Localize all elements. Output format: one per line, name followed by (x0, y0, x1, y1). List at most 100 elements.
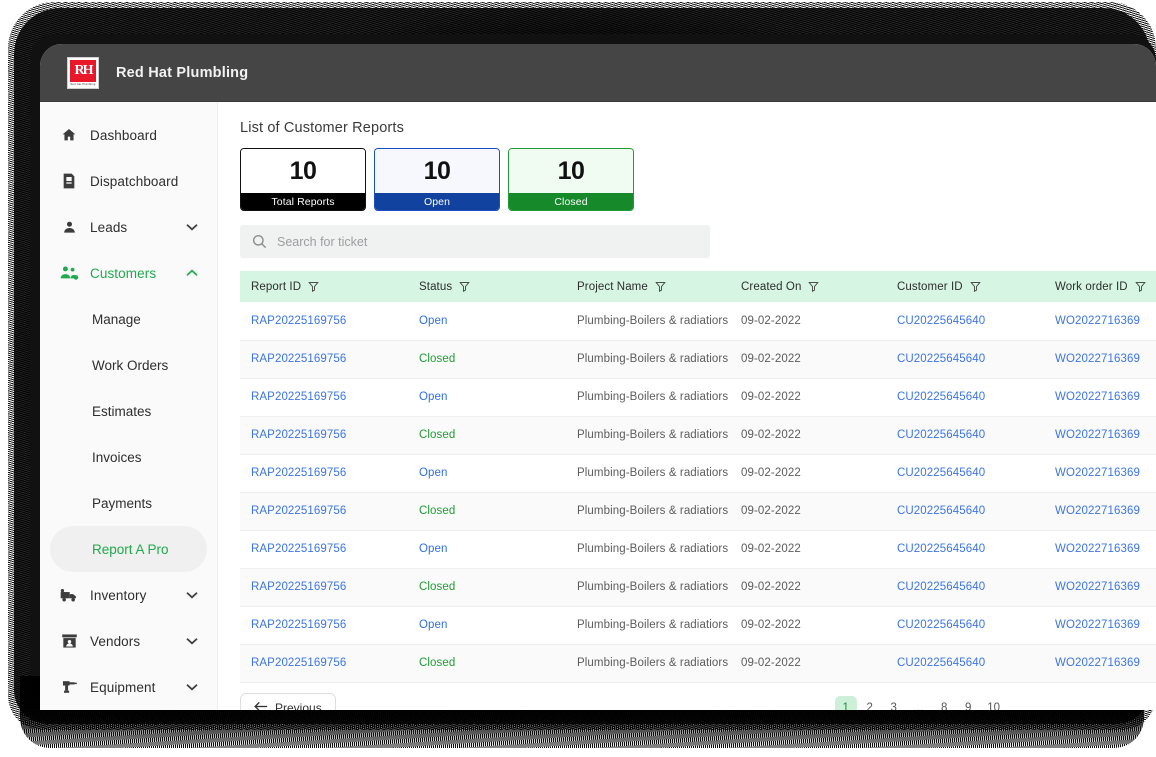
filter-icon[interactable] (969, 281, 981, 292)
cell-work-order-id[interactable]: WO2022716369 (1044, 606, 1156, 644)
chevron-down-icon[interactable] (185, 220, 199, 234)
cell-report-id[interactable]: RAP20225169756 (240, 340, 408, 378)
cell-customer-id[interactable]: CU20225645640 (886, 606, 1044, 644)
top-bar: RH Red Hat Plumbling Red Hat Plumbling (40, 44, 1156, 102)
cell-report-id[interactable]: RAP20225169756 (240, 530, 408, 568)
cell-report-id[interactable]: RAP20225169756 (240, 378, 408, 416)
filter-icon[interactable] (1134, 281, 1146, 292)
chevron-up-icon[interactable] (185, 266, 199, 280)
filter-icon[interactable] (308, 281, 319, 292)
sidebar-subitem-work-orders[interactable]: Work Orders (50, 342, 207, 388)
chevron-down-icon[interactable] (185, 680, 199, 694)
cell-work-order-id[interactable]: WO2022716369 (1044, 416, 1156, 454)
cell-project-name: Plumbing-Boilers & radiatiors (577, 543, 729, 555)
sidebar-subitem-report-a-pro[interactable]: Report A Pro (50, 526, 207, 572)
cell-created-on: 09-02-2022 (741, 314, 801, 327)
table-row[interactable]: RAP20225169756 Closed Plumbing-Boilers & r… (240, 644, 1156, 682)
table-row[interactable]: RAP20225169756 Closed Plumbing-Boilers & r… (240, 568, 1156, 606)
cell-created-on: 09-02-2022 (741, 429, 801, 441)
table-row[interactable]: RAP20225169756 Open Plumbing-Boilers & rad… (240, 302, 1156, 340)
column-header-report-id[interactable]: Report ID (240, 271, 408, 302)
cell-customer-id[interactable]: CU20225645640 (886, 644, 1044, 682)
stat-card-total-reports[interactable]: 10 Total Reports (240, 148, 366, 211)
sidebar-item-vendors[interactable]: Vendors (50, 618, 207, 664)
page-number-2[interactable]: 2 (859, 696, 881, 711)
column-header-created-on[interactable]: Created On (730, 271, 886, 302)
cell-project-name: Plumbing-Boilers & radiatiors (577, 429, 729, 441)
sidebar-sublabel: Invoices (92, 449, 142, 465)
filter-icon[interactable] (459, 281, 470, 292)
sidebar-label: Leads (90, 219, 128, 235)
cell-project-name: Plumbing-Boilers & radiatiors (577, 505, 729, 517)
cell-customer-id[interactable]: CU20225645640 (886, 340, 1044, 378)
page-number-8[interactable]: 8 (933, 696, 955, 711)
stat-card-closed[interactable]: 10 Closed (508, 148, 634, 211)
search-input[interactable] (277, 234, 667, 249)
cell-customer-id[interactable]: CU20225645640 (886, 302, 1044, 340)
cell-report-id[interactable]: RAP20225169756 (240, 416, 408, 454)
cell-customer-id[interactable]: CU20225645640 (886, 378, 1044, 416)
cell-status: Closed (419, 353, 456, 365)
app-logo[interactable]: RH Red Hat Plumbling (67, 56, 99, 89)
cell-work-order-id[interactable]: WO2022716369 (1044, 302, 1156, 340)
sidebar-subitem-payments[interactable]: Payments (50, 480, 207, 526)
stat-cards: 10 Total Reports 10 Open 10 Closed (240, 148, 1156, 211)
chevron-down-icon[interactable] (185, 634, 199, 648)
sidebar-subitem-manage[interactable]: Manage (50, 296, 207, 342)
filter-icon[interactable] (808, 281, 820, 292)
cell-work-order-id[interactable]: WO2022716369 (1044, 454, 1156, 492)
cell-status: Open (419, 467, 448, 479)
cell-work-order-id[interactable]: WO2022716369 (1044, 644, 1156, 682)
stat-card-open[interactable]: 10 Open (374, 148, 500, 211)
cell-work-order-id[interactable]: WO2022716369 (1044, 530, 1156, 568)
reports-table: Report ID Status Project Name Created On… (240, 271, 1156, 683)
table-row[interactable]: RAP20225169756 Closed Plumbing-Boilers & r… (240, 340, 1156, 378)
cell-report-id[interactable]: RAP20225169756 (240, 644, 408, 682)
table-row[interactable]: RAP20225169756 Closed Plumbing-Boilers & r… (240, 492, 1156, 530)
column-header-project-name[interactable]: Project Name (566, 271, 730, 302)
table-header-row: Report ID Status Project Name Created On… (240, 271, 1156, 302)
cell-created-on: 09-02-2022 (741, 391, 801, 403)
sidebar-sublabel: Payments (92, 495, 153, 511)
sidebar-subitem-invoices[interactable]: Invoices (50, 434, 207, 480)
cell-customer-id[interactable]: CU20225645640 (886, 454, 1044, 492)
cell-work-order-id[interactable]: WO2022716369 (1044, 568, 1156, 606)
column-header-customer-id[interactable]: Customer ID (886, 271, 1044, 302)
cell-customer-id[interactable]: CU20225645640 (886, 416, 1044, 454)
table-row[interactable]: RAP20225169756 Open Plumbing-Boilers & rad… (240, 454, 1156, 492)
sidebar-item-equipment[interactable]: Equipment (50, 664, 207, 710)
sidebar-subitem-estimates[interactable]: Estimates (50, 388, 207, 434)
cell-report-id[interactable]: RAP20225169756 (240, 302, 408, 340)
cell-customer-id[interactable]: CU20225645640 (886, 568, 1044, 606)
cell-report-id[interactable]: RAP20225169756 (240, 568, 408, 606)
page-number-9[interactable]: 9 (957, 696, 979, 711)
column-header-status[interactable]: Status (408, 271, 566, 302)
cell-work-order-id[interactable]: WO2022716369 (1044, 378, 1156, 416)
cell-work-order-id[interactable]: WO2022716369 (1044, 492, 1156, 530)
people-group-icon (58, 263, 80, 283)
cell-customer-id[interactable]: CU20225645640 (886, 492, 1044, 530)
filter-icon[interactable] (655, 281, 666, 292)
page-number-1[interactable]: 1 (834, 695, 857, 710)
page-number-3[interactable]: 3 (883, 696, 905, 711)
cell-work-order-id[interactable]: WO2022716369 (1044, 340, 1156, 378)
sidebar-item-leads[interactable]: Leads (50, 204, 207, 250)
cell-report-id[interactable]: RAP20225169756 (240, 454, 408, 492)
cell-project-name: Plumbing-Boilers & radiatiors (577, 657, 729, 669)
cell-report-id[interactable]: RAP20225169756 (240, 606, 408, 644)
chevron-down-icon[interactable] (185, 588, 199, 602)
table-row[interactable]: RAP20225169756 Open Plumbing-Boilers & rad… (240, 530, 1156, 568)
sidebar-item-inventory[interactable]: Inventory (50, 572, 207, 618)
sidebar-item-dashboard[interactable]: Dashboard (50, 112, 207, 158)
column-header-work-order-id[interactable]: Work order ID (1044, 271, 1156, 302)
table-row[interactable]: RAP20225169756 Open Plumbing-Boilers & rad… (240, 378, 1156, 416)
sidebar-item-dispatchboard[interactable]: Dispatchboard (50, 158, 207, 204)
cell-customer-id[interactable]: CU20225645640 (886, 530, 1044, 568)
previous-page-button[interactable]: Previous (240, 692, 336, 710)
cell-report-id[interactable]: RAP20225169756 (240, 492, 408, 530)
table-row[interactable]: RAP20225169756 Open Plumbing-Boilers & rad… (240, 606, 1156, 644)
table-row[interactable]: RAP20225169756 Closed Plumbing-Boilers & r… (240, 416, 1156, 454)
search-bar[interactable] (240, 225, 710, 258)
sidebar-item-customers[interactable]: Customers (50, 250, 207, 296)
page-number-10[interactable]: 10 (981, 696, 1006, 711)
